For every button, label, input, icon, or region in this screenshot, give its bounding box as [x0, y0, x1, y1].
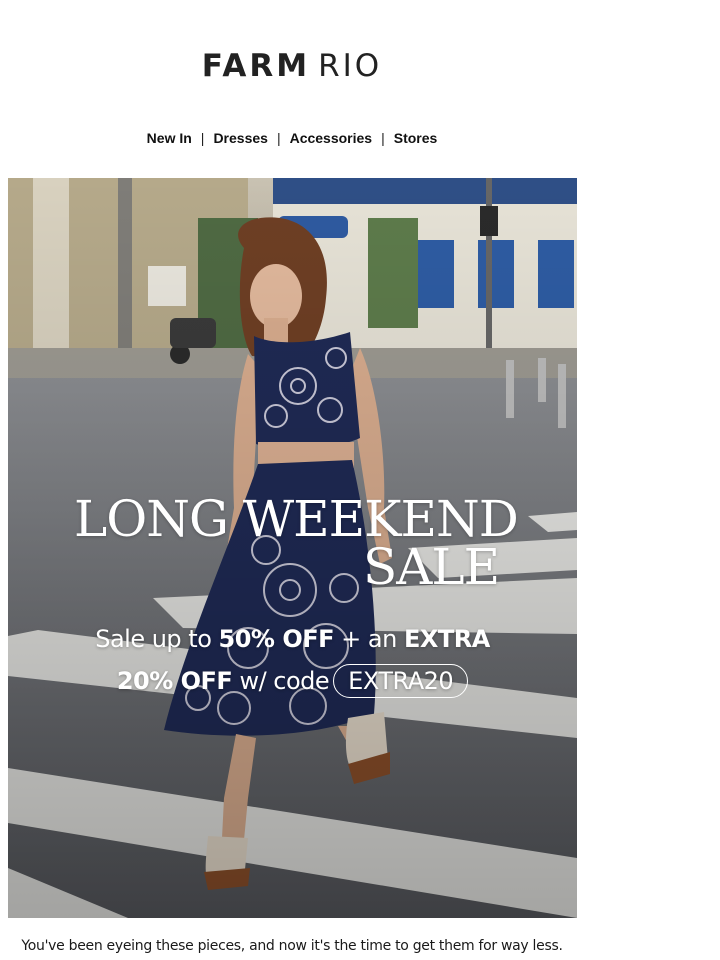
nav-separator: |: [276, 130, 281, 146]
offer-text: Sale up to 50% OFF + an EXTRA 20% OFF w/…: [8, 618, 577, 702]
brand-name-bold: FARM: [201, 48, 311, 84]
brand-logo[interactable]: FARM RIO: [0, 44, 584, 88]
offer-line-2: 20% OFF w/ code EXTRA20: [8, 660, 577, 702]
nav-item-new-in[interactable]: New In: [147, 130, 192, 146]
offer-text-part: Sale up to: [95, 625, 219, 653]
brand-name-light: RIO: [318, 48, 383, 84]
headline-line-2: SALE: [363, 538, 500, 596]
hero-banner[interactable]: LONG WEEKEND SALE Sale up to 50% OFF + a…: [8, 178, 577, 918]
offer-text-part: + an: [334, 625, 404, 653]
promo-code-badge: EXTRA20: [333, 664, 469, 698]
extra-discount: 20% OFF: [116, 667, 233, 695]
nav-separator: |: [381, 130, 385, 146]
offer-line-1: Sale up to 50% OFF + an EXTRA: [8, 618, 577, 660]
nav-item-accessories[interactable]: Accessories: [290, 130, 373, 146]
nav-separator: |: [200, 130, 205, 146]
main-nav: New In | Dresses | Accessories | Stores: [0, 128, 584, 148]
body-tagline: You've been eyeing these pieces, and now…: [21, 938, 563, 954]
offer-text-part: w/ code: [232, 667, 330, 695]
extra-label: EXTRA: [403, 625, 490, 653]
nav-item-stores[interactable]: Stores: [394, 130, 438, 146]
discount-amount: 50% OFF: [218, 625, 335, 653]
nav-item-dresses[interactable]: Dresses: [213, 130, 268, 146]
